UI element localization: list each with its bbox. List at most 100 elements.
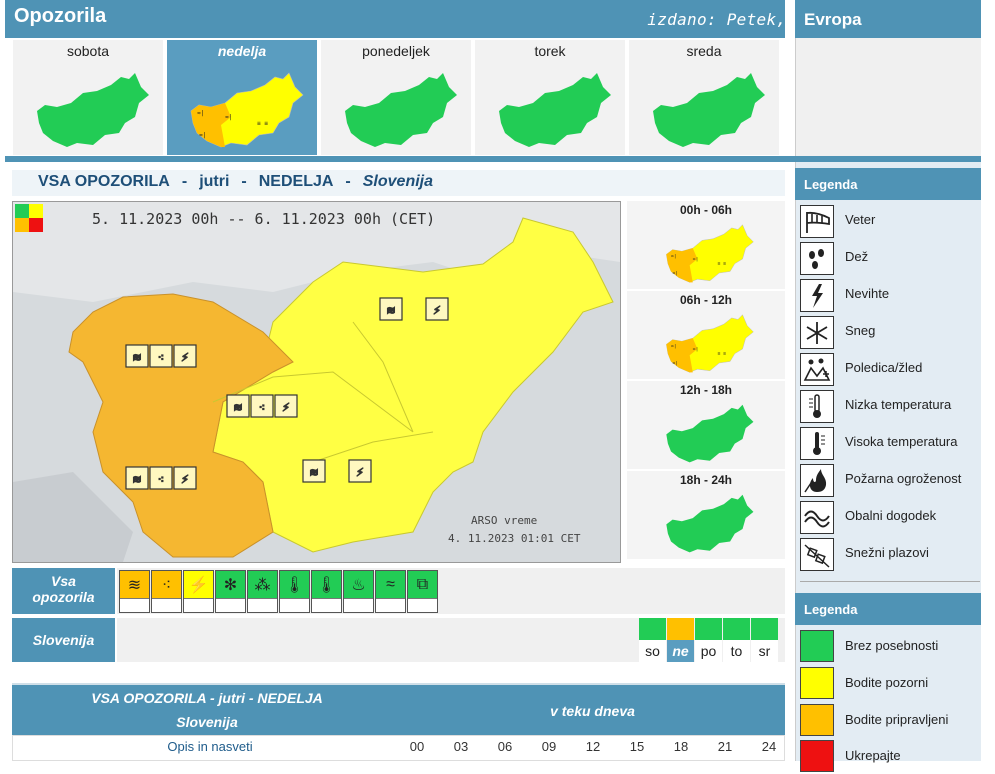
slovenia-map-thumb — [639, 63, 769, 153]
section-title-region: Slovenija — [362, 173, 433, 190]
europa-link[interactable]: Evropa — [795, 0, 981, 38]
section-title: VSA OPOZORILA - jutri - NEDELJA - Slovenija — [38, 173, 433, 191]
row-label-line: opozorila — [32, 589, 95, 605]
slovenia-map-thumb — [23, 63, 153, 153]
section-title-part: jutri — [199, 173, 230, 190]
description-and-advice-link[interactable]: Opis in nasveti — [110, 739, 310, 754]
low-temperature-icon: 🌡 — [284, 576, 305, 594]
slovenia-map-thumb — [485, 63, 615, 153]
snow-icon: ✻ — [223, 576, 238, 594]
time-slot-label: 06h - 12h — [679, 293, 733, 307]
warning-map[interactable]: ≋ ⚡ ≋ ⁖ ⚡ ≋ ⁖ ⚡ ≋ ⁖ ⚡ ≋ ⚡ — [12, 201, 621, 563]
day-cell-label: sr — [751, 640, 778, 662]
low-temperature-icon — [800, 390, 834, 423]
day-tab-sobota[interactable]: sobota — [13, 40, 163, 155]
warning-type-wind[interactable]: ≋ — [119, 570, 150, 613]
avalanche-icon — [800, 538, 834, 571]
svg-text:⚡: ⚡ — [356, 466, 364, 479]
details-table-timeline-title: v teku dneva — [550, 703, 635, 719]
warning-type-ice[interactable]: ⁂ — [247, 570, 278, 613]
slovenia-map-thumb — [646, 307, 766, 377]
svg-text:⚡: ⚡ — [282, 401, 290, 414]
hour-label: 12 — [585, 739, 601, 754]
day-label: torek — [534, 43, 566, 59]
legend-label: Nevihte — [845, 286, 890, 301]
ice-icon — [800, 353, 834, 386]
warning-type-snow[interactable]: ✻ — [215, 570, 246, 613]
day-cell-sr[interactable]: sr — [751, 618, 778, 662]
row-label-line: Vsa — [51, 573, 76, 589]
day-cell-so[interactable]: so — [639, 618, 666, 662]
day-cell-ne[interactable]: ne — [667, 618, 694, 662]
time-slot-00-06[interactable]: 00h - 06h — [627, 201, 785, 289]
slovenia-map-thumb — [646, 397, 766, 467]
details-table-title: VSA OPOZORILA - jutri - NEDELJA — [91, 690, 323, 706]
day-label: sobota — [66, 43, 110, 59]
time-slot-18-24[interactable]: 18h - 24h — [627, 471, 785, 559]
slovenia-map-thumb — [177, 63, 307, 153]
day-cell-po[interactable]: po — [695, 618, 722, 662]
day-tab-nedelja[interactable]: nedelja — [167, 40, 317, 155]
map-period: 5. 11.2023 00h -- 6. 11.2023 00h (CET) — [92, 210, 436, 228]
section-title-dash: - — [345, 173, 351, 190]
hour-label: 18 — [673, 739, 689, 754]
warning-type-thunderstorm[interactable]: ⚡ — [183, 570, 214, 613]
day-tab-ponedeljek[interactable]: ponedeljek — [321, 40, 471, 155]
warning-type-low-temperature[interactable]: 🌡 — [279, 570, 310, 613]
high-temperature-icon — [800, 427, 834, 460]
svg-text:⁖: ⁖ — [158, 351, 164, 364]
slovenia-map-thumb — [331, 63, 461, 153]
svg-text:⚡: ⚡ — [433, 304, 441, 317]
hour-label: 24 — [761, 739, 777, 754]
day-tab-torek[interactable]: torek — [475, 40, 625, 155]
legend-label: Bodite pripravljeni — [845, 712, 949, 727]
legend-types-heading: Legenda — [795, 168, 981, 200]
day-label: ponedeljek — [362, 43, 430, 59]
day-label: nedelja — [217, 43, 267, 59]
svg-text:≋: ≋ — [132, 473, 141, 486]
warning-type-high-temperature[interactable]: 🌡 — [311, 570, 342, 613]
level-swatch — [800, 704, 834, 736]
time-slot-label: 18h - 24h — [679, 473, 733, 487]
details-table-region: Slovenija — [176, 714, 238, 730]
day-cell-label: to — [723, 640, 750, 662]
thunderstorm-icon — [800, 279, 834, 312]
time-slot-06-12[interactable]: 06h - 12h — [627, 291, 785, 379]
map-credit: ARSO vreme — [471, 514, 538, 527]
legend-label: Dež — [845, 249, 869, 264]
fire-danger-icon — [800, 464, 834, 497]
legend-label: Nizka temperatura — [845, 397, 952, 412]
day-level-bar — [639, 618, 666, 640]
day-cell-label: ne — [667, 640, 694, 662]
day-cell-label: so — [639, 640, 666, 662]
svg-text:≋: ≋ — [233, 401, 242, 414]
level-swatch — [800, 630, 834, 662]
slovenia-map-thumb — [646, 487, 766, 557]
time-slot-12-18[interactable]: 12h - 18h — [627, 381, 785, 469]
legend-label: Snežni plazovi — [845, 545, 929, 560]
map-timestamp: 4. 11.2023 01:01 CET — [448, 532, 581, 545]
day-cell-label: po — [695, 640, 722, 662]
day-tab-sreda[interactable]: sreda — [629, 40, 779, 155]
svg-text:≋: ≋ — [132, 351, 141, 364]
page-title: Opozorila — [14, 5, 107, 27]
warning-type-coastal-event[interactable]: ≈ — [375, 570, 406, 613]
europa-panel — [795, 38, 981, 158]
hour-label: 03 — [453, 739, 469, 754]
day-level-bar — [723, 618, 750, 640]
hour-label: 06 — [497, 739, 513, 754]
svg-text:⚡: ⚡ — [181, 473, 189, 486]
legend-label: Obalni dogodek — [845, 508, 937, 523]
svg-text:≋: ≋ — [386, 304, 395, 317]
snow-icon — [800, 316, 834, 349]
day-label: sreda — [686, 43, 722, 59]
section-title-part: VSA OPOZORILA — [38, 173, 170, 190]
time-slot-label: 00h - 06h — [679, 203, 733, 217]
warning-type-fire-danger[interactable]: ♨ — [343, 570, 374, 613]
day-level-bar — [695, 618, 722, 640]
legend-label: Bodite pozorni — [845, 675, 929, 690]
warning-type-avalanche[interactable]: ⧉ — [407, 570, 438, 613]
legend-label: Veter — [845, 212, 876, 227]
day-cell-to[interactable]: to — [723, 618, 750, 662]
warning-type-rain[interactable]: ⁖ — [151, 570, 182, 613]
